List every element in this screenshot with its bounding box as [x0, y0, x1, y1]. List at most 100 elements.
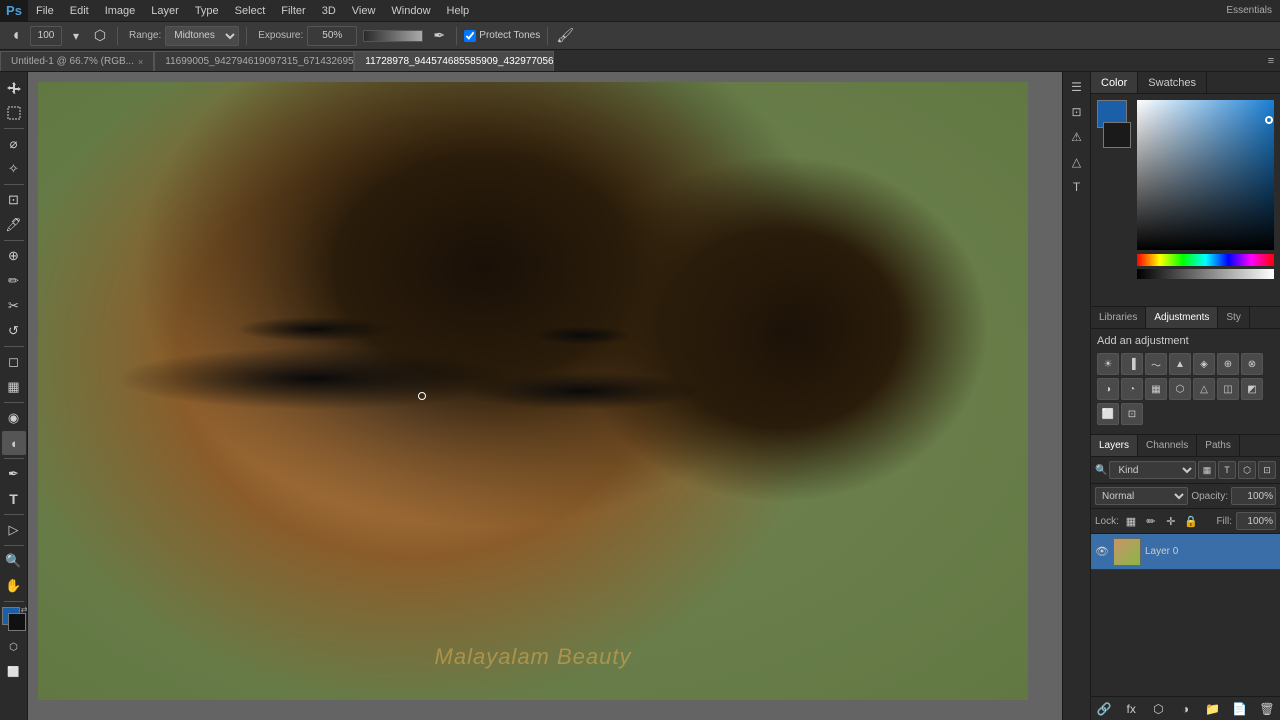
tool-move[interactable]: [2, 76, 26, 100]
adj-icon-gradientmap[interactable]: ⬜: [1097, 403, 1119, 425]
mini-panel-icon-1[interactable]: ☰: [1066, 76, 1088, 98]
brush-preset-btn[interactable]: ▾: [66, 26, 86, 46]
menu-image[interactable]: Image: [97, 0, 144, 22]
essentials-button[interactable]: Essentials: [1218, 3, 1280, 18]
mini-panel-icon-3[interactable]: ⚠: [1066, 126, 1088, 148]
adj-icon-exposure[interactable]: ▲: [1169, 353, 1191, 375]
range-select[interactable]: Midtones Shadows Highlights: [165, 26, 239, 46]
brush-icon[interactable]: ⬡: [90, 26, 110, 46]
adj-icon-curves[interactable]: 〜: [1145, 353, 1167, 375]
color-tab-color[interactable]: Color: [1091, 72, 1138, 93]
lightness-bar[interactable]: [1137, 269, 1274, 279]
menu-help[interactable]: Help: [439, 0, 478, 22]
mini-panel-icon-5[interactable]: T: [1066, 176, 1088, 198]
menu-window[interactable]: Window: [383, 0, 438, 22]
tool-healing[interactable]: ⊕: [2, 244, 26, 268]
adj-icon-bw[interactable]: ◑: [1097, 378, 1119, 400]
kind-filter-select[interactable]: Kind: [1109, 461, 1196, 479]
swap-colors[interactable]: ⇄: [21, 605, 28, 614]
layer-link-icon[interactable]: 🔗: [1095, 700, 1113, 718]
color-tab-swatches[interactable]: Swatches: [1138, 72, 1207, 93]
adj-icon-brightness[interactable]: ☀: [1097, 353, 1119, 375]
adj-icon-channelmixer[interactable]: ▦: [1145, 378, 1167, 400]
bg-color[interactable]: [8, 613, 26, 631]
tool-path-selection[interactable]: ▷: [2, 518, 26, 542]
adj-icon-colorlookup[interactable]: ⬡: [1169, 378, 1191, 400]
layer-row-0[interactable]: 👁 Layer 0: [1091, 534, 1280, 570]
layers-tab-layers[interactable]: Layers: [1091, 435, 1138, 456]
layer-delete-icon[interactable]: 🗑: [1258, 700, 1276, 718]
lock-pixels-icon[interactable]: ✏: [1143, 513, 1159, 529]
tab-0-close[interactable]: ×: [138, 57, 143, 67]
tool-quick-mask[interactable]: ⬡: [2, 635, 26, 659]
exposure-slider[interactable]: [363, 30, 423, 42]
tool-pen[interactable]: ✒: [2, 462, 26, 486]
brush-size-input[interactable]: 100: [30, 26, 62, 46]
fill-input[interactable]: [1236, 512, 1276, 530]
lock-transparency-icon[interactable]: ▦: [1123, 513, 1139, 529]
tool-hand[interactable]: ✋: [2, 574, 26, 598]
layer-mask-icon[interactable]: ⬡: [1149, 700, 1167, 718]
mini-panel-icon-4[interactable]: △: [1066, 151, 1088, 173]
menu-file[interactable]: File: [28, 0, 62, 22]
menu-layer[interactable]: Layer: [143, 0, 187, 22]
adj-icon-colorbalance[interactable]: ⊗: [1241, 353, 1263, 375]
layers-tab-channels[interactable]: Channels: [1138, 435, 1197, 456]
menu-select[interactable]: Select: [227, 0, 274, 22]
mini-panel-icon-2[interactable]: ⊡: [1066, 101, 1088, 123]
tool-dodge[interactable]: ◖: [2, 431, 26, 455]
tab-1[interactable]: 11699005_942794619097315_67143269578061.…: [154, 51, 354, 71]
exposure-input[interactable]: 50%: [307, 26, 357, 46]
adj-icon-vibrance[interactable]: ◈: [1193, 353, 1215, 375]
opacity-input[interactable]: [1231, 487, 1276, 505]
tool-history[interactable]: ↺: [2, 319, 26, 343]
blend-mode-select[interactable]: Normal Multiply Screen: [1095, 487, 1188, 505]
tool-zoom[interactable]: 🔍: [2, 549, 26, 573]
adj-icon-levels[interactable]: ▐: [1121, 353, 1143, 375]
tool-quick-select[interactable]: ✧: [2, 157, 26, 181]
adj-icon-posterize[interactable]: ◫: [1217, 378, 1239, 400]
tool-brush[interactable]: ✏: [2, 269, 26, 293]
panel-arrange-btn[interactable]: ≡: [1262, 51, 1280, 71]
layer-group-icon[interactable]: 📁: [1204, 700, 1222, 718]
layer-fx-icon[interactable]: fx: [1122, 700, 1140, 718]
layers-filter-btn-3[interactable]: ⬡: [1238, 461, 1256, 479]
tool-blur[interactable]: ◉: [2, 406, 26, 430]
lock-position-icon[interactable]: ✛: [1163, 513, 1179, 529]
adj-icon-selectivecolor[interactable]: ⊡: [1121, 403, 1143, 425]
layer-adjustment-icon[interactable]: ◑: [1176, 700, 1194, 718]
options-icon2[interactable]: 🖌: [555, 26, 575, 46]
tool-crop[interactable]: ⊡: [2, 188, 26, 212]
layer-visibility-icon[interactable]: 👁: [1095, 545, 1109, 559]
adj-icon-threshold[interactable]: ◩: [1241, 378, 1263, 400]
background-swatch[interactable]: [1103, 122, 1131, 148]
adj-icon-photofilter[interactable]: ◔: [1121, 378, 1143, 400]
layers-filter-btn-2[interactable]: T: [1218, 461, 1236, 479]
tool-marquee[interactable]: [2, 101, 26, 125]
airbrush-toggle[interactable]: ✒: [429, 26, 449, 46]
lock-all-icon[interactable]: 🔒: [1183, 513, 1199, 529]
tab-2[interactable]: 11728978_944574685585909_43297705641092.…: [354, 51, 554, 71]
menu-type[interactable]: Type: [187, 0, 227, 22]
layer-new-icon[interactable]: 📄: [1231, 700, 1249, 718]
menu-edit[interactable]: Edit: [62, 0, 97, 22]
adj-icon-hsl[interactable]: ⊕: [1217, 353, 1239, 375]
adj-tab-libraries[interactable]: Libraries: [1091, 307, 1146, 328]
tool-clone-stamp[interactable]: ✂: [2, 294, 26, 318]
adj-tab-style[interactable]: Sty: [1218, 307, 1249, 328]
menu-filter[interactable]: Filter: [273, 0, 313, 22]
tool-gradient[interactable]: ▦: [2, 375, 26, 399]
hue-bar[interactable]: [1137, 254, 1274, 266]
menu-3d[interactable]: 3D: [314, 0, 344, 22]
tool-screen-mode[interactable]: ⬜: [2, 660, 26, 684]
tool-lasso[interactable]: ⌀: [2, 132, 26, 156]
tab-0[interactable]: Untitled-1 @ 66.7% (RGB... ×: [0, 51, 154, 71]
color-gradient[interactable]: [1137, 100, 1274, 250]
tool-type[interactable]: T: [2, 487, 26, 511]
tool-eyedropper[interactable]: 🖊: [2, 213, 26, 237]
protect-tones-checkbox[interactable]: Protect Tones: [464, 30, 540, 42]
color-fg-bg[interactable]: ⇄: [2, 607, 26, 631]
photo-canvas[interactable]: Malayalam Beauty: [38, 82, 1028, 700]
adj-icon-invert[interactable]: △: [1193, 378, 1215, 400]
layers-filter-btn-4[interactable]: ⊡: [1258, 461, 1276, 479]
